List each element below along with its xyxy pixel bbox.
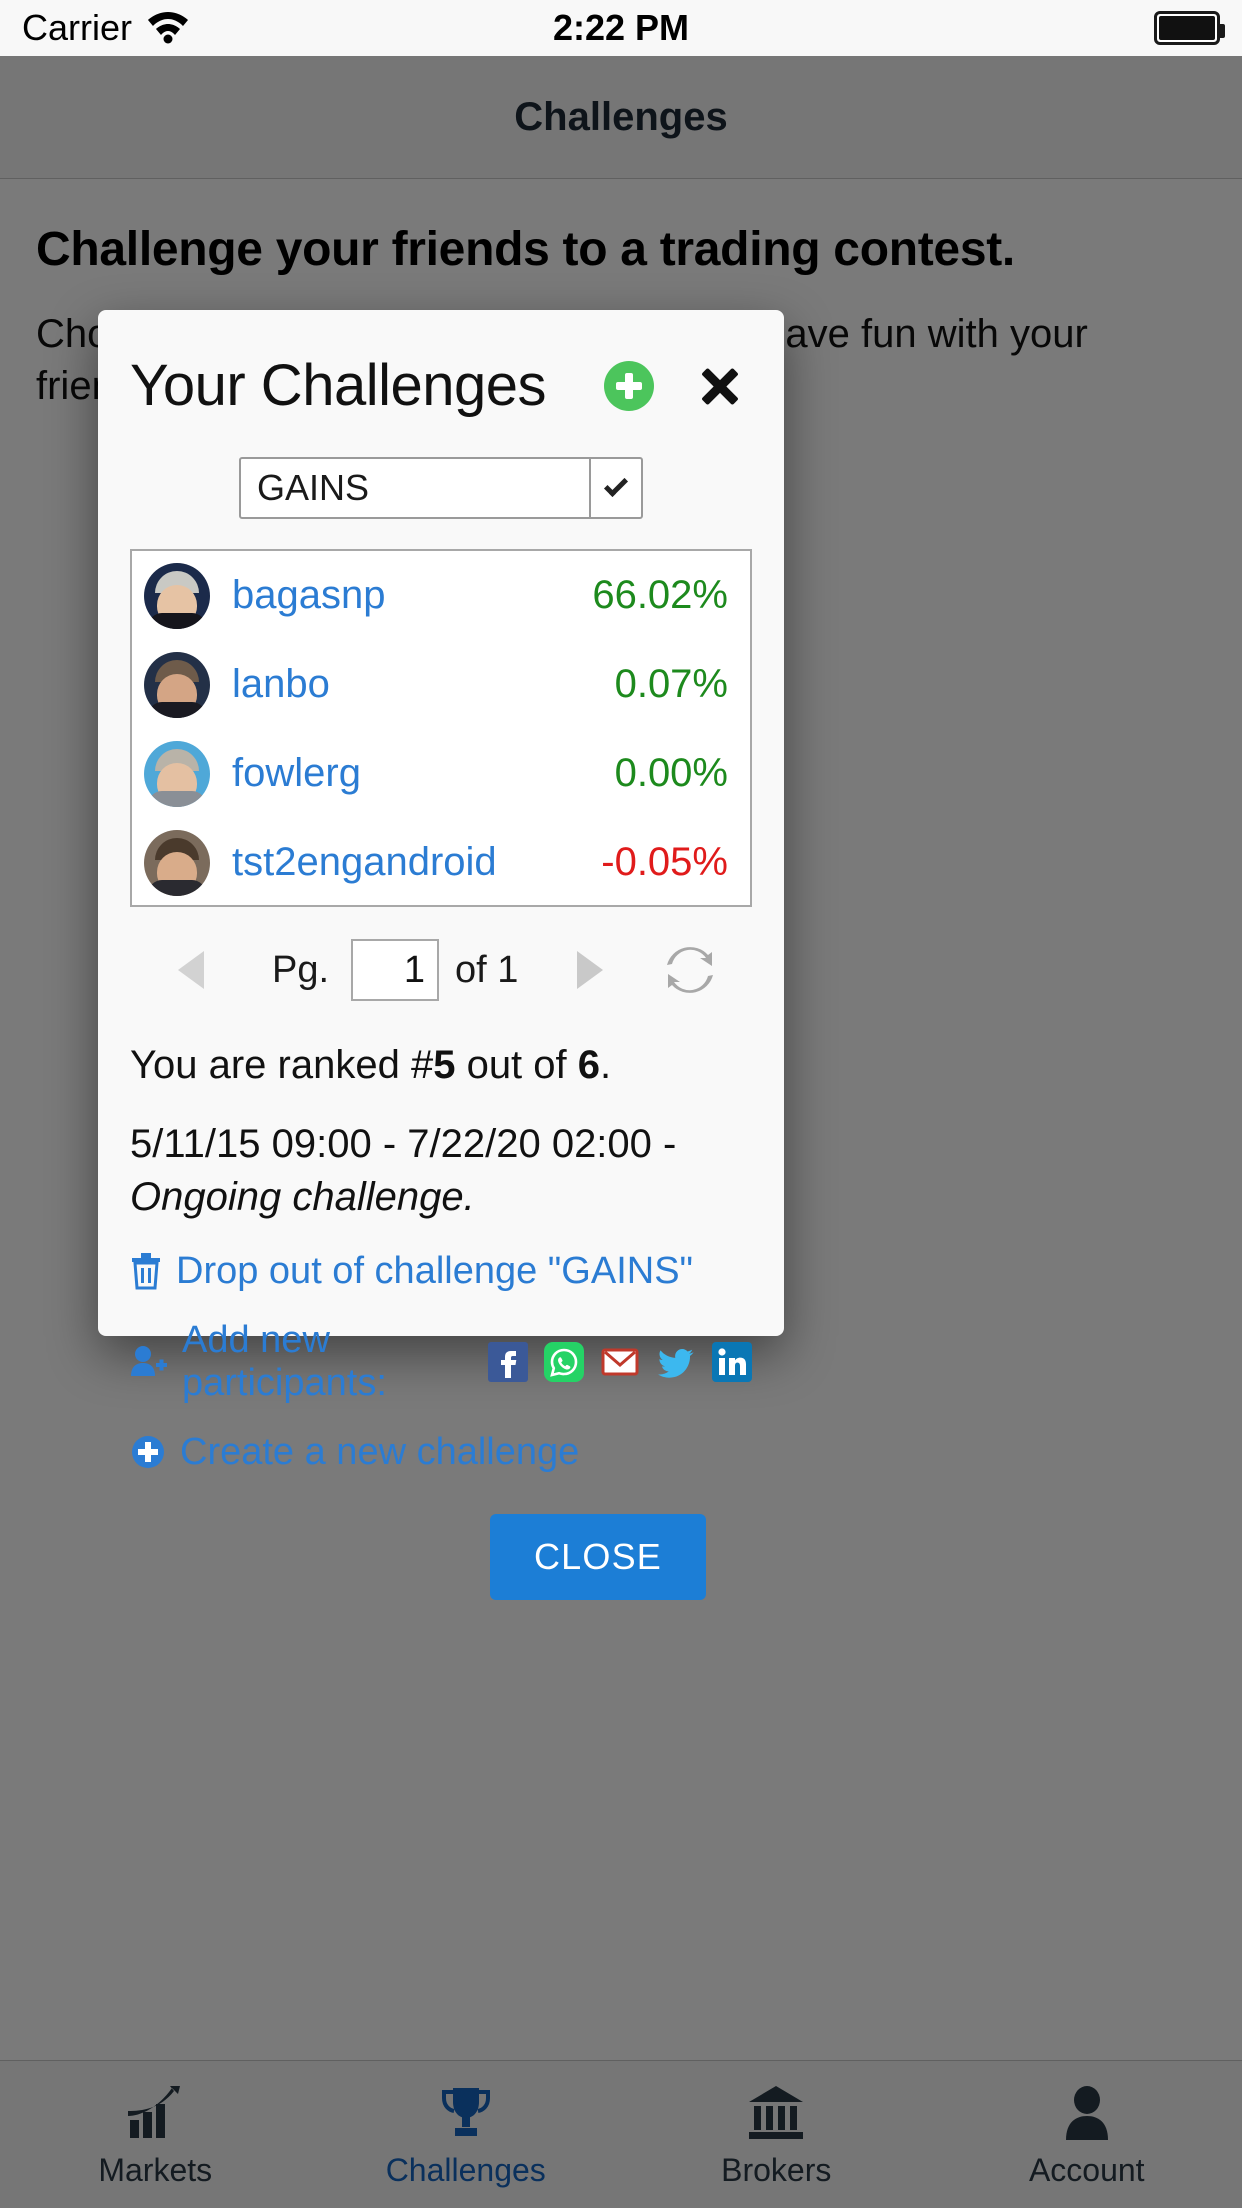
trash-icon [130,1252,162,1290]
rank-prefix: You are ranked # [130,1043,434,1087]
avatar-body [148,612,206,629]
pagination: Pg. 1 of 1 [130,939,752,1001]
leaderboard[interactable]: bagasnp 66.02% lanbo 0.07% fowlerg 0.00%… [130,549,752,907]
user-plus-icon [130,1344,168,1380]
avatar [144,829,210,896]
challenge-status: Ongoing challenge. [130,1174,475,1219]
clock-label: 2:22 PM [552,7,690,48]
status-bar-center: 2:22 PM [421,7,820,49]
rank-suffix: . [600,1043,612,1087]
triangle-right-icon[interactable] [577,951,604,989]
status-bar-right [821,11,1225,45]
status-badge: 0.00% [614,751,728,795]
page-input[interactable]: 1 [351,939,440,1001]
list-item[interactable]: fowlerg [232,751,615,796]
dialog-title: Your Challenges [130,353,547,418]
drop-out-link[interactable]: Drop out of challenge "GAINS" [130,1250,752,1293]
refresh-icon[interactable] [662,942,718,998]
wifi-icon [146,8,190,49]
challenge-select-row: GAINS [130,457,752,519]
status-badge: 0.07% [614,662,728,706]
avatar-body [148,701,206,718]
whatsapp-icon[interactable] [544,1341,584,1382]
rank-number: 5 [433,1043,456,1087]
your-challenges-dialog: Your Challenges GAINS bagasnp 66.02% lan… [98,310,784,1600]
date-range-text: 5/11/15 09:00 - 7/22/20 02:00 - Ongoing … [130,1118,752,1224]
close-icon[interactable] [694,360,746,412]
add-participants-row[interactable]: Add new participants: [130,1319,752,1405]
avatar-body [148,790,206,807]
rank-text: You are ranked #5 out of 6. [130,1043,752,1088]
close-button[interactable]: CLOSE [489,1513,706,1600]
facebook-icon[interactable] [488,1341,528,1382]
status-badge: -0.05% [601,840,728,884]
battery-fill [1158,16,1215,40]
plus-circle-icon [130,1434,166,1470]
page-label: Pg. [272,948,330,991]
challenge-select-value: GAINS [257,467,370,508]
dialog-actions: CLOSE [130,1513,752,1600]
create-challenge-label: Create a new challenge [180,1430,580,1473]
list-item[interactable]: lanbo [232,662,615,707]
list-item[interactable]: bagasnp [232,573,592,618]
table-row[interactable]: lanbo 0.07% [132,640,750,729]
table-row[interactable]: bagasnp 66.02% [132,551,750,640]
twitter-icon[interactable] [656,1342,696,1382]
rank-total: 6 [577,1043,601,1087]
avatar [144,740,210,807]
linkedin-icon[interactable] [712,1341,752,1382]
chevron-glyph [603,472,629,498]
plus-circle-icon[interactable] [604,360,654,411]
avatar-body [148,879,206,896]
drop-out-label: Drop out of challenge "GAINS" [176,1249,694,1292]
avatar [144,562,210,629]
chevron-down-icon[interactable] [589,459,641,517]
date-range: 5/11/15 09:00 - 7/22/20 02:00 - [130,1122,677,1166]
challenge-select[interactable]: GAINS [239,457,643,519]
rank-middle: out of [455,1043,578,1087]
list-item[interactable]: tst2engandroid [232,840,601,885]
table-row[interactable]: fowlerg 0.00% [132,729,750,818]
add-participants-label: Add new participants: [182,1318,387,1404]
create-challenge-link[interactable]: Create a new challenge [130,1431,752,1474]
status-badge: 66.02% [592,573,728,617]
battery-full-icon [1153,11,1225,45]
carrier-label: Carrier [22,7,133,48]
social-share-icons [488,1341,752,1382]
page-total-label: of 1 [455,948,519,991]
dialog-header: Your Challenges [130,310,752,419]
status-bar: Carrier 2:22 PM [0,0,1242,56]
triangle-left-icon[interactable] [178,951,204,989]
app-root: Carrier 2:22 PM Challenges Challenge you… [0,0,1242,2208]
email-icon[interactable] [600,1342,640,1382]
status-bar-left: Carrier [22,7,421,49]
avatar [144,651,210,718]
table-row[interactable]: tst2engandroid -0.05% [132,818,750,905]
